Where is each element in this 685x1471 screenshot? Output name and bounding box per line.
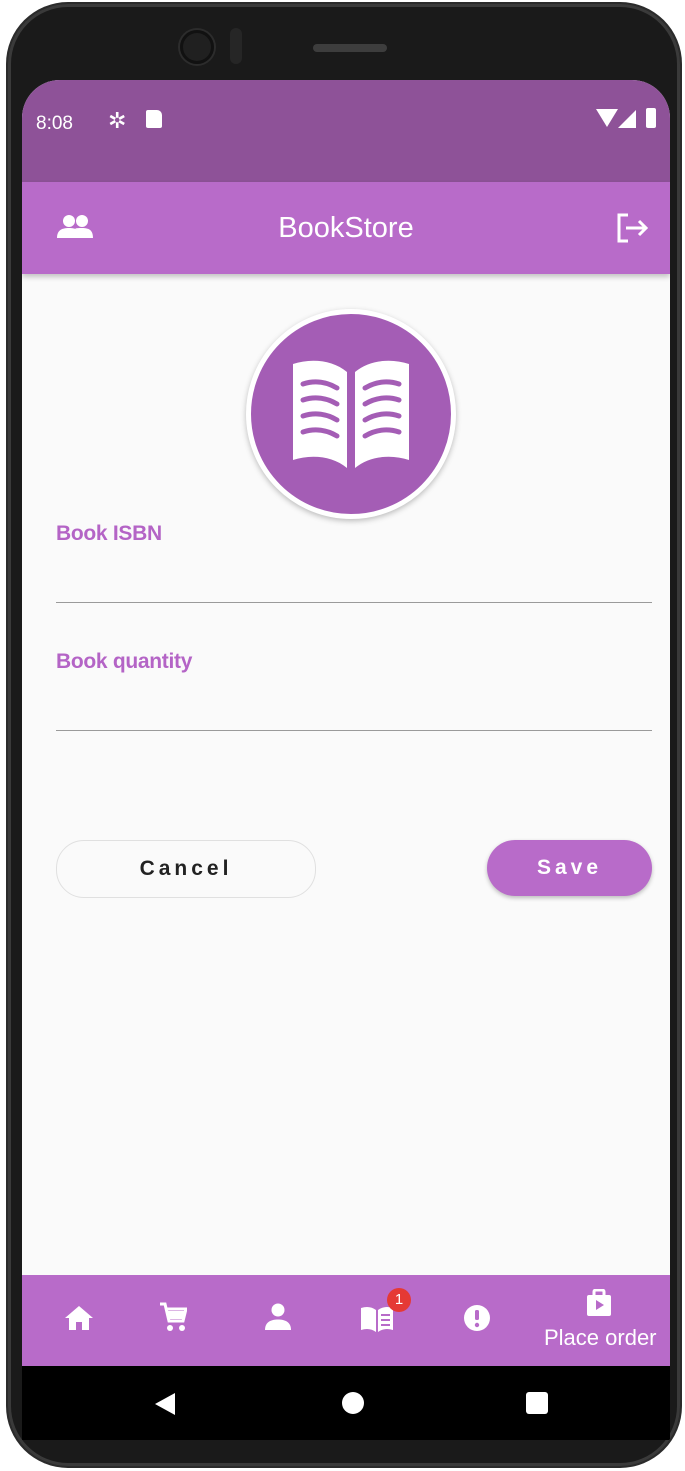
logout-icon[interactable] xyxy=(616,213,650,248)
system-nav-bar xyxy=(22,1366,670,1440)
battery-icon xyxy=(646,108,656,128)
shopping-bag-icon xyxy=(587,1289,611,1316)
book-quantity-label: Book quantity xyxy=(56,650,193,673)
sd-card-icon xyxy=(146,110,162,128)
screen: 8:08 ✲ BookStore Book ISBN Book quantity… xyxy=(22,80,670,1440)
nav-item-alerts[interactable] xyxy=(450,1275,506,1366)
open-book-icon xyxy=(293,360,409,468)
book-isbn-label: Book ISBN xyxy=(56,522,162,545)
home-circle-icon[interactable] xyxy=(342,1392,364,1414)
phone-top-bezel xyxy=(8,4,680,80)
nav-item-profile[interactable] xyxy=(250,1275,306,1366)
phone-frame: 8:08 ✲ BookStore Book ISBN Book quantity… xyxy=(8,4,680,1466)
settings-gear-icon: ✲ xyxy=(108,108,127,133)
person-icon xyxy=(265,1303,291,1330)
place-order-label[interactable]: Place order xyxy=(544,1325,657,1351)
back-icon[interactable] xyxy=(155,1393,175,1415)
wifi-icon xyxy=(596,109,618,127)
notification-badge: 1 xyxy=(387,1288,411,1312)
proximity-sensor xyxy=(230,28,242,64)
earpiece-speaker xyxy=(313,44,387,52)
status-time: 8:08 xyxy=(36,113,73,134)
cart-icon xyxy=(160,1302,187,1331)
alert-icon xyxy=(464,1305,490,1331)
app-title: BookStore xyxy=(278,212,414,244)
status-bar: 8:08 ✲ xyxy=(22,80,670,182)
cancel-button[interactable]: Cancel xyxy=(56,840,316,898)
nav-item-home[interactable] xyxy=(52,1275,108,1366)
book-open-icon xyxy=(361,1306,393,1332)
nav-item-place-order[interactable] xyxy=(544,1275,664,1366)
recent-apps-icon[interactable] xyxy=(526,1392,548,1414)
book-quantity-input[interactable] xyxy=(56,690,652,731)
bookstore-logo xyxy=(246,309,456,519)
front-camera xyxy=(180,30,214,64)
app-bar: BookStore xyxy=(22,182,670,274)
save-button[interactable]: Save xyxy=(487,840,652,896)
book-quantity-field: Book quantity xyxy=(56,650,652,732)
book-isbn-input[interactable] xyxy=(56,562,652,603)
nav-item-cart[interactable] xyxy=(146,1275,202,1366)
signal-icon xyxy=(618,110,636,128)
home-icon xyxy=(65,1306,93,1330)
book-isbn-field: Book ISBN xyxy=(56,522,652,604)
bottom-nav: 1 Place order xyxy=(22,1275,670,1366)
